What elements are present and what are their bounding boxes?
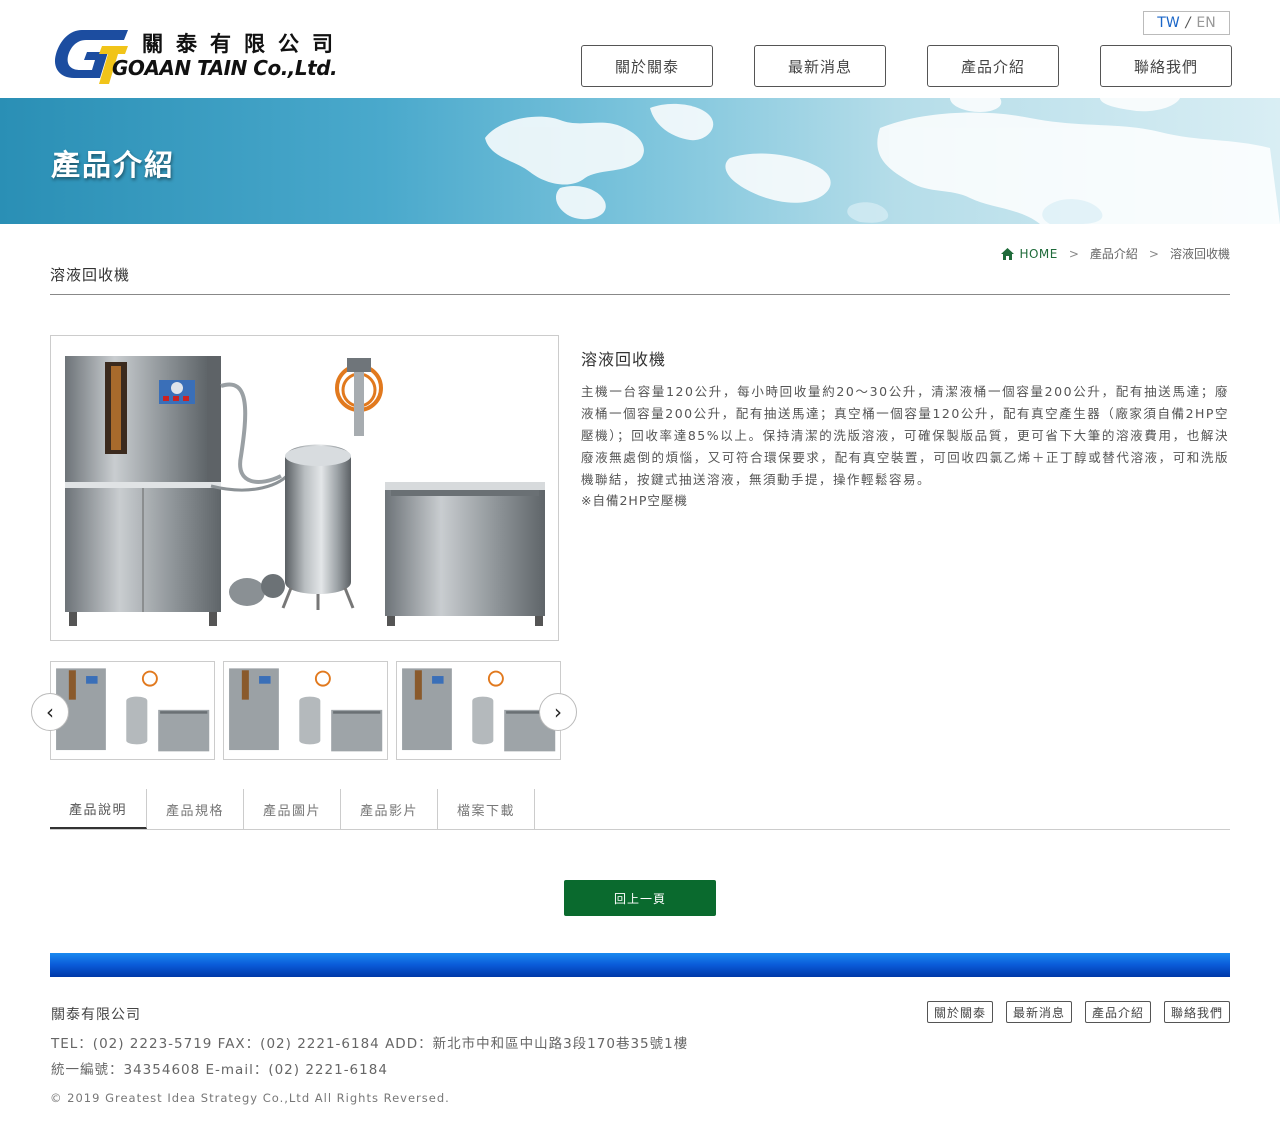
back-button[interactable]: 回上一頁	[564, 880, 716, 916]
breadcrumb-separator: >	[1068, 246, 1079, 261]
tab-downloads[interactable]: 檔案下載	[438, 789, 535, 829]
footer-nav: 關於關泰 最新消息 產品介紹 聯絡我們	[926, 1001, 1230, 1023]
gallery-prev-button[interactable]: ‹	[31, 693, 69, 731]
footer-nav-products[interactable]: 產品介紹	[1084, 1001, 1151, 1023]
nav-about-button[interactable]: 關於關泰	[581, 45, 713, 87]
thumbnail-image	[229, 668, 383, 752]
thumbnail-image	[56, 668, 210, 752]
product-photo	[65, 356, 545, 626]
breadcrumb-home-label: HOME	[1019, 246, 1058, 261]
lang-separator: /	[1185, 15, 1191, 31]
page-banner: 產品介紹	[0, 98, 1280, 224]
tab-images[interactable]: 產品圖片	[244, 789, 341, 829]
thumbnail-image	[402, 668, 556, 752]
gallery-next-button[interactable]: ›	[539, 693, 577, 731]
product-note: ※自備2HP空壓機	[581, 493, 688, 508]
product-name: 溶液回收機	[581, 350, 667, 369]
lang-en-link[interactable]: EN	[1196, 15, 1215, 31]
page-title: 溶液回收機	[50, 266, 131, 284]
company-logo[interactable]: 關泰有限公司 GOAAN TAIN Co.,Ltd.	[52, 26, 392, 88]
tab-videos[interactable]: 產品影片	[341, 789, 438, 829]
thumbnail-3[interactable]	[396, 661, 561, 760]
breadcrumb: HOME > 產品介紹 > 溶液回收機	[1001, 245, 1230, 262]
footer-contact-info: TEL：(02) 2223-5719 FAX：(02) 2221-6184 AD…	[51, 1036, 689, 1052]
world-map-image	[485, 98, 1280, 224]
chevron-right-icon: ›	[554, 700, 562, 724]
tab-specifications[interactable]: 產品規格	[147, 789, 244, 829]
site-header: 關泰有限公司 GOAAN TAIN Co.,Ltd. TW / EN 關於關泰 …	[0, 0, 1280, 98]
breadcrumb-current: 溶液回收機	[1169, 247, 1230, 261]
breadcrumb-separator: >	[1148, 246, 1159, 261]
product-main-image[interactable]	[50, 335, 559, 641]
product-tabs: 產品說明 產品規格 產品圖片 產品影片 檔案下載	[50, 789, 1230, 830]
breadcrumb-category[interactable]: 產品介紹	[1090, 245, 1138, 262]
nav-products-button[interactable]: 產品介紹	[927, 45, 1059, 87]
thumbnail-strip	[50, 661, 561, 760]
tab-description[interactable]: 產品說明	[50, 789, 147, 829]
footer-nav-news[interactable]: 最新消息	[1005, 1001, 1072, 1023]
product-description: 主機一台容量120公升，每小時回收量約20～30公升，清潔液桶一個容量200公升…	[581, 384, 1229, 487]
banner-title: 產品介紹	[51, 148, 176, 182]
nav-contact-button[interactable]: 聯絡我們	[1100, 45, 1232, 87]
footer-nav-about[interactable]: 關於關泰	[926, 1001, 993, 1023]
divider	[50, 294, 1230, 295]
language-switcher: TW / EN	[1143, 11, 1230, 35]
thumbnail-1[interactable]	[50, 661, 215, 760]
footer-divider-bar	[50, 953, 1230, 977]
lang-tw-link[interactable]: TW	[1157, 15, 1179, 31]
logo-company-cn: 關泰有限公司	[142, 31, 346, 56]
footer-copyright: © 2019 Greatest Idea Strategy Co.,Ltd Al…	[50, 1091, 450, 1105]
chevron-left-icon: ‹	[46, 700, 54, 724]
home-icon	[1001, 247, 1015, 260]
footer-tax-email: 統一編號：34354608 E-mail：(02) 2221-6184	[51, 1062, 388, 1078]
nav-news-button[interactable]: 最新消息	[754, 45, 886, 87]
logo-company-en: GOAAN TAIN Co.,Ltd.	[112, 56, 338, 80]
footer-nav-contact[interactable]: 聯絡我們	[1163, 1001, 1230, 1023]
footer-company-name: 關泰有限公司	[51, 1007, 141, 1023]
main-nav: 關於關泰 最新消息 產品介紹 聯絡我們	[581, 45, 1232, 87]
breadcrumb-home[interactable]: HOME	[1001, 247, 1057, 261]
thumbnail-2[interactable]	[223, 661, 388, 760]
